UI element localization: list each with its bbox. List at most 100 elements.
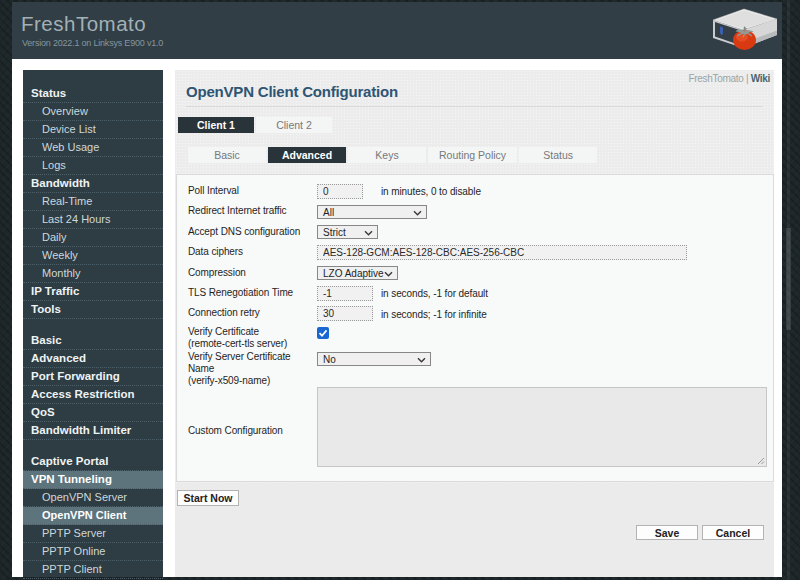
breadcrumb-separator: | <box>743 73 750 84</box>
start-now-button[interactable]: Start Now <box>177 490 239 506</box>
sidebar-item-weekly[interactable]: Weekly <box>23 247 163 265</box>
scrollbar-thumb[interactable] <box>786 228 791 330</box>
checkmark-icon <box>317 327 329 339</box>
field-note: in seconds; -1 for infinite <box>381 308 487 319</box>
sidebar-item-basic[interactable]: Basic <box>23 332 163 350</box>
cancel-button[interactable]: Cancel <box>702 525 764 540</box>
sidebar-item-ip-traffic[interactable]: IP Traffic <box>23 283 163 301</box>
field-label: Verify Server Certificate Name (verify-x… <box>188 351 317 388</box>
form-row-poll-interval: Poll Interval in minutes, 0 to disable <box>188 181 773 201</box>
field-label: Custom Configuration <box>188 425 317 438</box>
sidebar-item-bandwidth-limiter[interactable]: Bandwidth Limiter <box>23 422 163 440</box>
form-row-redirect-internet-traffic: Redirect Internet traffic All <box>188 201 773 221</box>
app-header: FreshTomato Version 2022.1 on Linksys E9… <box>12 2 782 59</box>
chevron-down-icon <box>417 356 426 364</box>
sidebar-item-web-usage[interactable]: Web Usage <box>23 139 163 157</box>
title-divider <box>186 106 763 107</box>
sidebar-item-last-24-hours[interactable]: Last 24 Hours <box>23 211 163 229</box>
page-container: FreshTomato Version 2022.1 on Linksys E9… <box>12 2 782 577</box>
selected-value: No <box>323 354 336 365</box>
sidebar-item-access-restriction[interactable]: Access Restriction <box>23 386 163 404</box>
resize-handle-icon[interactable] <box>757 457 765 465</box>
field-label: Poll Interval <box>188 185 317 198</box>
selected-value: LZO Adaptive <box>323 268 384 279</box>
data-ciphers-input[interactable] <box>317 245 687 260</box>
tls-renegotiation-time-input[interactable] <box>317 286 373 301</box>
sidebar-item-device-list[interactable]: Device List <box>23 121 163 139</box>
form-row-accept-dns-configuration: Accept DNS configuration Strict <box>188 222 773 242</box>
sidebar-item-daily[interactable]: Daily <box>23 229 163 247</box>
verify-certificate-checkbox[interactable] <box>317 327 329 339</box>
verify-server-certificate-select[interactable]: No <box>317 352 431 366</box>
field-label: Compression <box>188 267 317 280</box>
form-row-verify-certificate: Verify Certificate (remote-cert-tls serv… <box>188 324 773 351</box>
sidebar-item-overview[interactable]: Overview <box>23 103 163 121</box>
field-note: in seconds, -1 for default <box>381 288 488 299</box>
form-row-connection-retry: Connection retry in seconds; -1 for infin… <box>188 303 773 323</box>
selected-value: Strict <box>323 227 346 238</box>
sidebar-item-tools[interactable]: Tools <box>23 301 163 319</box>
selected-value: All <box>323 207 334 218</box>
content-footer: Start Now Save Cancel <box>175 483 774 577</box>
field-label: Connection retry <box>188 307 317 320</box>
poll-interval-input[interactable] <box>317 184 363 199</box>
tab-status[interactable]: Status <box>519 147 597 163</box>
field-label: Redirect Internet traffic <box>188 205 317 218</box>
tab-advanced[interactable]: Advanced <box>268 147 346 163</box>
section-tabs: BasicAdvancedKeysRouting PolicyStatus <box>188 147 599 163</box>
sidebar-nav: StatusOverviewDevice ListWeb UsageLogsBa… <box>23 70 163 577</box>
tab-client-2[interactable]: Client 2 <box>256 117 332 133</box>
sidebar-spacer <box>23 440 163 453</box>
sidebar-item-captive-portal[interactable]: Captive Portal <box>23 453 163 471</box>
sidebar-spacer <box>23 319 163 332</box>
tab-routing-policy[interactable]: Routing Policy <box>428 147 517 163</box>
chevron-down-icon <box>413 209 422 217</box>
sidebar-item-openvpn-client[interactable]: OpenVPN Client <box>23 507 163 525</box>
form-row-data-ciphers: Data ciphers <box>188 242 773 262</box>
breadcrumb-site: FreshTomato <box>688 73 743 84</box>
sidebar-item-qos[interactable]: QoS <box>23 404 163 422</box>
save-button[interactable]: Save <box>636 525 698 540</box>
sidebar-item-port-forwarding[interactable]: Port Forwarding <box>23 368 163 386</box>
form-row-custom-configuration: Custom Configuration <box>188 387 773 475</box>
sidebar-item-status[interactable]: Status <box>23 85 163 103</box>
form-row-tls-renegotiation-time: TLS Renegotiation Time in seconds, -1 for… <box>188 283 773 303</box>
field-label: Accept DNS configuration <box>188 226 317 239</box>
page-title: OpenVPN Client Configuration <box>186 83 398 100</box>
field-label: Data ciphers <box>188 246 317 259</box>
tab-keys[interactable]: Keys <box>348 147 426 163</box>
redirect-internet-traffic-select[interactable]: All <box>317 205 427 219</box>
tab-client-1[interactable]: Client 1 <box>178 117 254 133</box>
compression-select[interactable]: LZO Adaptive <box>317 266 398 280</box>
wiki-link[interactable]: Wiki <box>751 73 770 84</box>
accept-dns-configuration-select[interactable]: Strict <box>317 225 378 239</box>
sidebar-item-monthly[interactable]: Monthly <box>23 265 163 283</box>
sidebar-item-pptp-client[interactable]: PPTP Client <box>23 561 163 579</box>
firmware-version: Version 2022.1 on Linksys E900 v1.0 <box>22 38 163 48</box>
sidebar-item-openvpn-server[interactable]: OpenVPN Server <box>23 489 163 507</box>
chevron-down-icon <box>384 270 393 278</box>
main-content: FreshTomato | Wiki OpenVPN Client Config… <box>175 70 774 577</box>
config-form: Poll Interval in minutes, 0 to disable Red… <box>176 174 774 482</box>
chevron-down-icon <box>364 229 373 237</box>
sidebar-item-bandwidth[interactable]: Bandwidth <box>23 175 163 193</box>
sidebar-item-real-time[interactable]: Real-Time <box>23 193 163 211</box>
tab-basic[interactable]: Basic <box>188 147 266 163</box>
form-row-verify-server-certificate: Verify Server Certificate Name (verify-x… <box>188 351 773 388</box>
sidebar-menu: StatusOverviewDevice ListWeb UsageLogsBa… <box>23 70 163 579</box>
form-row-compression: Compression LZO Adaptive <box>188 263 773 283</box>
router-tomato-icon <box>711 7 779 53</box>
field-label: TLS Renegotiation Time <box>188 287 317 300</box>
field-note: in minutes, 0 to disable <box>381 186 481 197</box>
sidebar-item-pptp-server[interactable]: PPTP Server <box>23 525 163 543</box>
custom-configuration-textarea[interactable] <box>317 387 767 467</box>
sidebar-item-vpn-tunneling[interactable]: VPN Tunneling <box>23 471 163 489</box>
client-tabs: Client 1Client 2 <box>178 117 334 133</box>
field-label: Verify Certificate (remote-cert-tls serv… <box>188 326 317 351</box>
sidebar-item-advanced[interactable]: Advanced <box>23 350 163 368</box>
app-logo: FreshTomato <box>21 12 146 35</box>
connection-retry-input[interactable] <box>317 306 373 321</box>
sidebar-item-pptp-online[interactable]: PPTP Online <box>23 543 163 561</box>
breadcrumb: FreshTomato | Wiki <box>688 73 770 84</box>
sidebar-item-logs[interactable]: Logs <box>23 157 163 175</box>
